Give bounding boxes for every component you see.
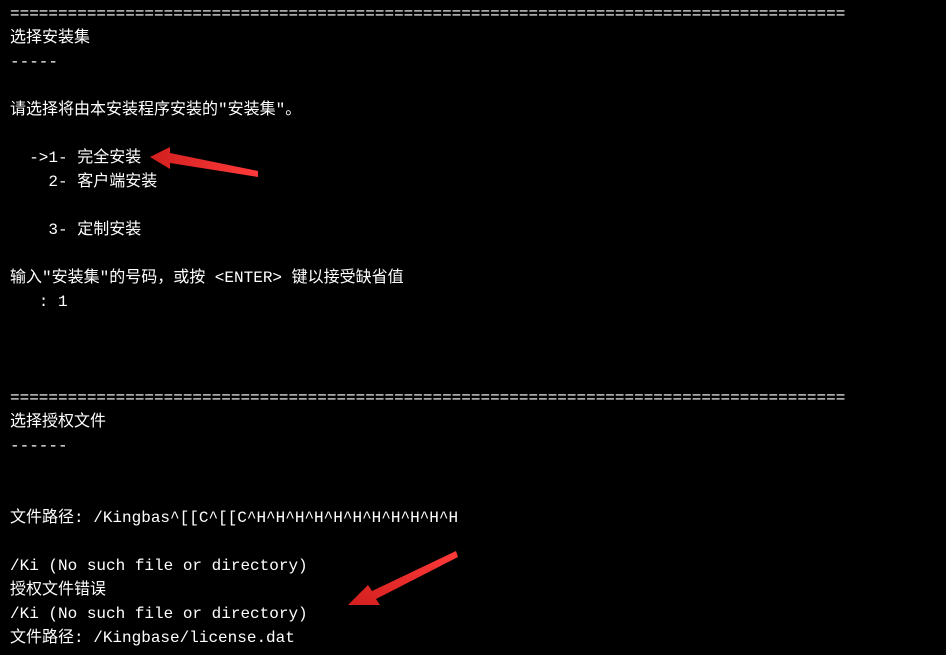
blank-space [10,482,936,506]
option-marker: 2- [10,173,68,191]
divider-install-set: ========================================… [10,2,936,26]
error-line-2: /Ki (No such file or directory) [10,602,936,626]
path-value[interactable]: /Kingbas^[[C^[[C^H^H^H^H^H^H^H^H^H^H^H [93,509,458,527]
blank-space [10,74,936,98]
error-message: 授权文件错误 [10,578,936,602]
option-client-install: 2- 客户端安装 [10,170,936,194]
title-license: 选择授权文件 [10,410,936,434]
dash-install-set: ----- [10,50,936,74]
blank-space [10,314,936,338]
divider-license: ========================================… [10,386,936,410]
user-input-line[interactable]: : 1 [10,290,936,314]
option-label: 客户端安装 [77,173,157,191]
option-full-install: ->1- 完全安装 [10,146,936,170]
path-label: 文件路径: [10,629,84,647]
option-label: 定制安装 [77,221,141,239]
blank-space [10,362,936,386]
input-prompt: 输入"安装集"的号码，或按 <ENTER> 键以接受缺省值 [10,266,936,290]
blank-space [10,338,936,362]
file-path-line-2: 文件路径: /Kingbase/license.dat [10,626,936,650]
install-set-prompt: 请选择将由本安装程序安装的"安装集"。 [10,98,936,122]
option-custom-install: 3- 定制安装 [10,218,936,242]
title-install-set: 选择安装集 [10,26,936,50]
path-value[interactable]: /Kingbase/license.dat [93,629,295,647]
path-label: 文件路径: [10,509,84,527]
option-marker: ->1- [10,149,68,167]
blank-space [10,242,936,266]
file-path-line-1: 文件路径: /Kingbas^[[C^[[C^H^H^H^H^H^H^H^H^H… [10,506,936,530]
blank-space [10,194,936,218]
blank-space [10,530,936,554]
blank-space [10,122,936,146]
dash-license: ------ [10,434,936,458]
option-label: 完全安装 [77,149,141,167]
blank-space [10,458,936,482]
error-line-1: /Ki (No such file or directory) [10,554,936,578]
option-marker: 3- [10,221,68,239]
